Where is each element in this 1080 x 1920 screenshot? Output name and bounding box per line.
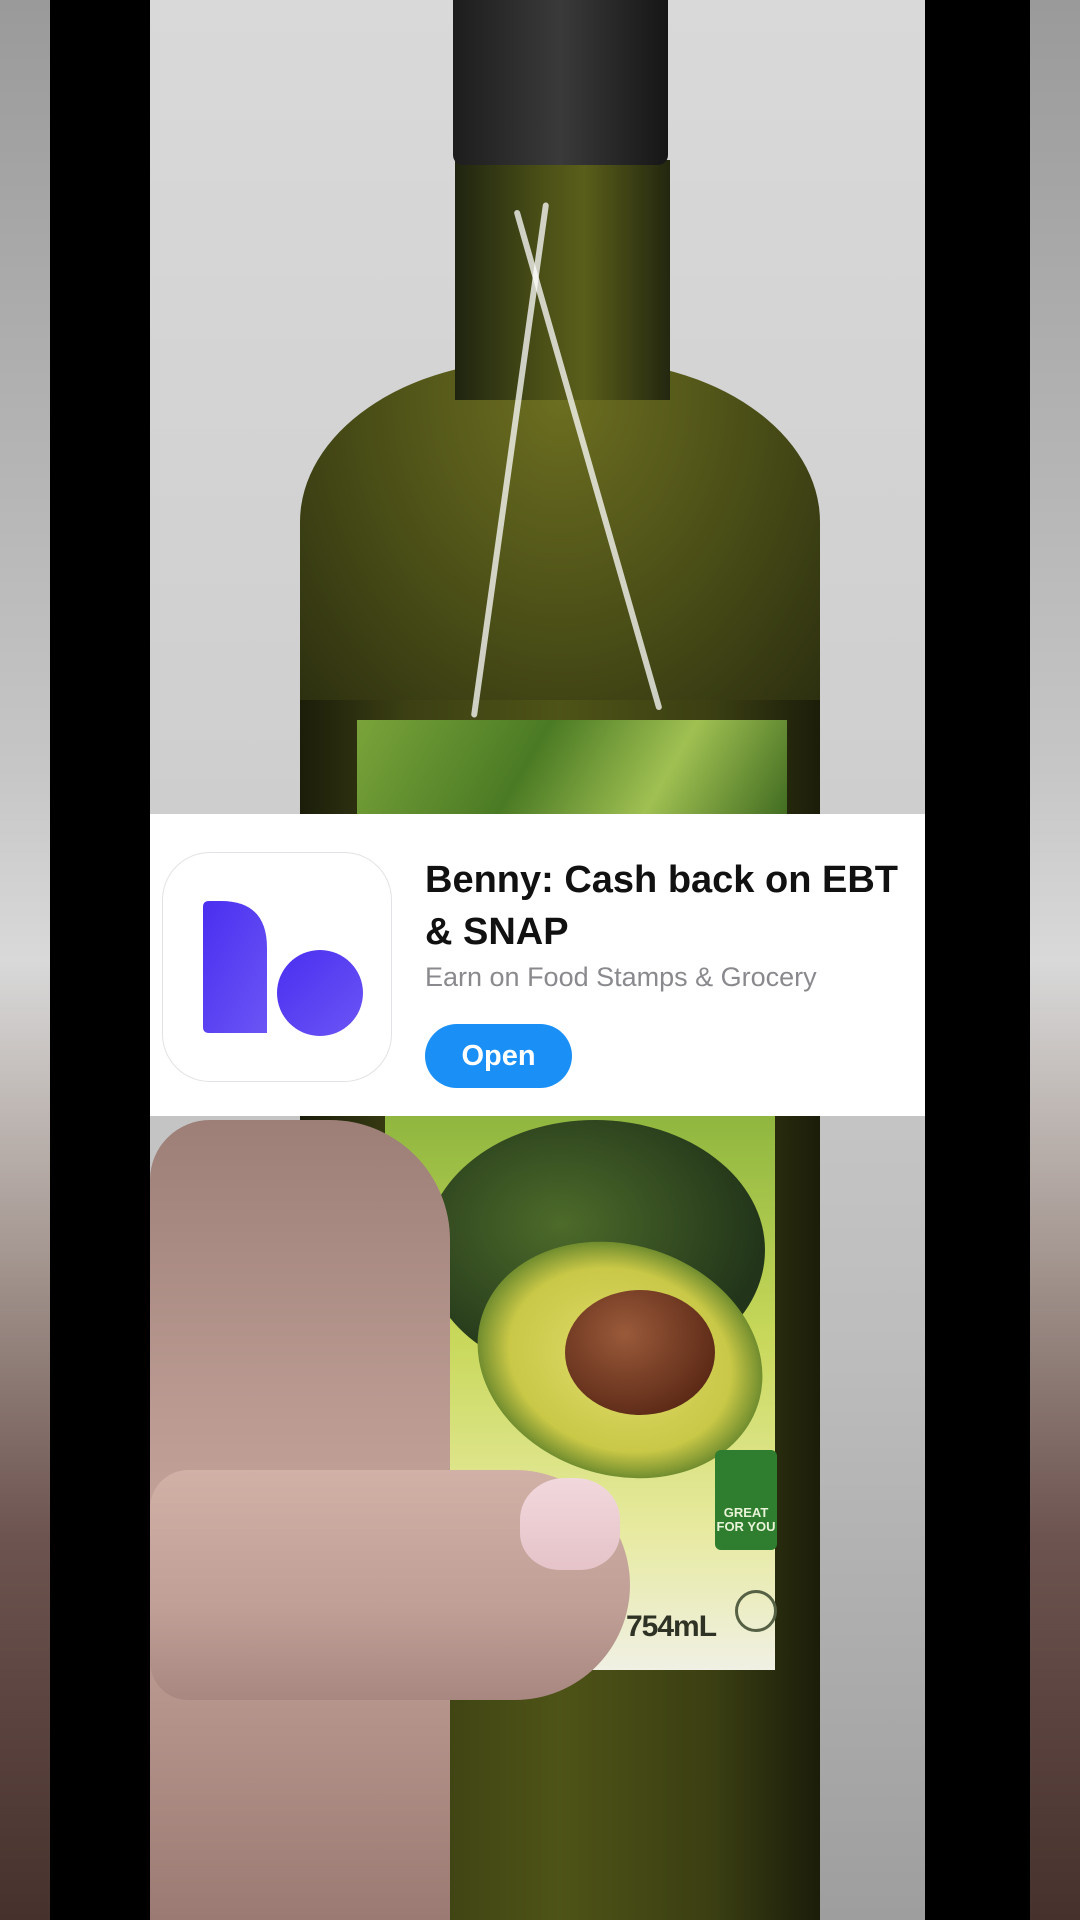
screen: GREAT FOR YOU OZ) 754mL Benny: Cash back…: [0, 0, 1080, 1920]
thumbnail-image: [520, 1478, 620, 1570]
blurred-side-fill-left: [0, 0, 50, 1920]
letterbox-right: [925, 0, 1030, 1920]
app-subtitle: Earn on Food Stamps & Grocery: [425, 962, 817, 992]
bottle-shoulder: [300, 360, 820, 720]
bottle-cap: [453, 0, 668, 165]
letterbox-left: [50, 0, 150, 1920]
blurred-side-fill-right: [1030, 0, 1080, 1920]
avocado-pit-image: [565, 1290, 715, 1415]
benny-app-icon[interactable]: [162, 852, 392, 1082]
benny-logo-icon: [203, 901, 363, 1036]
bottle-label-top: [357, 720, 787, 820]
recycle-symbol-icon: [735, 1590, 777, 1632]
app-title: Benny: Cash back on EBT & SNAP: [425, 859, 898, 953]
open-button[interactable]: Open: [425, 1024, 572, 1088]
great-for-you-badge: GREAT FOR YOU: [715, 1450, 777, 1550]
app-install-banner[interactable]: Benny: Cash back on EBT & SNAP Earn on F…: [150, 814, 925, 1116]
